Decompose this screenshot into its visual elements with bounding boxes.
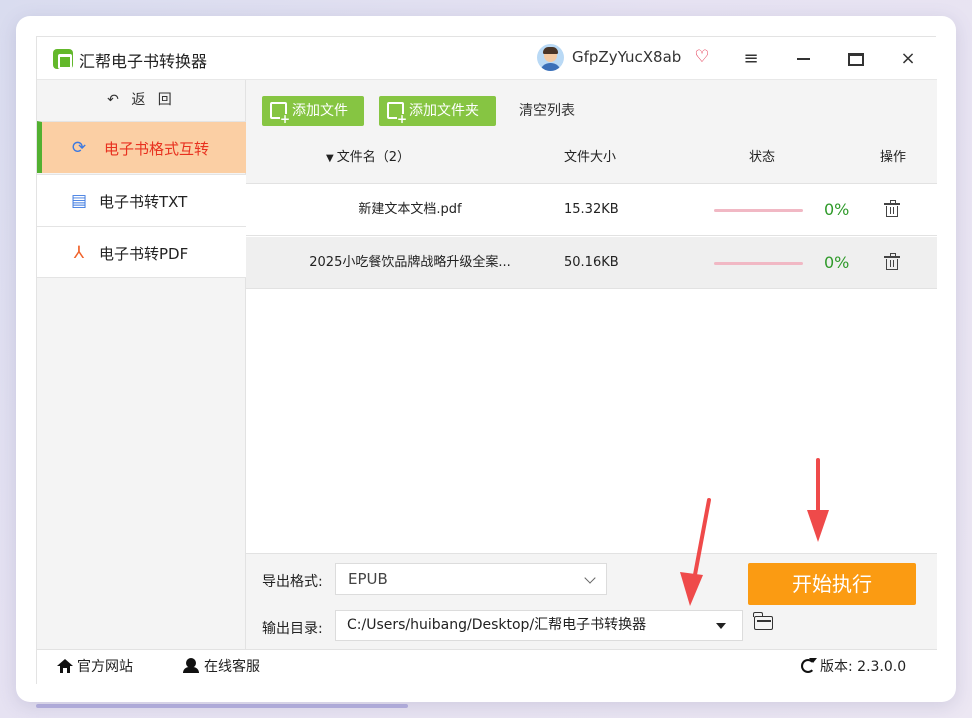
column-header-size: 文件大小: [564, 150, 617, 165]
book-logo-icon: [53, 49, 73, 69]
progress-bar: [714, 262, 803, 265]
progress-bar: [714, 209, 803, 212]
clear-list-button[interactable]: 清空列表: [519, 96, 575, 126]
output-dir-select[interactable]: C:/Users/huibang/Desktop/汇帮电子书转换器: [335, 610, 743, 641]
output-dir-label: 输出目录:: [262, 621, 323, 637]
official-site-link[interactable]: 官方网站: [57, 650, 133, 684]
official-site-label: 官方网站: [77, 659, 133, 675]
progress-percent: 0%: [824, 253, 850, 272]
format-label: 导出格式:: [262, 574, 323, 590]
toolbar: 添加文件 添加文件夹 清空列表: [246, 80, 937, 132]
main-panel: 添加文件 添加文件夹 清空列表 ▼文件名（2） 文件大小 状态 操作 新建文本文…: [246, 80, 937, 649]
format-value: EPUB: [348, 570, 388, 588]
start-button[interactable]: 开始执行: [748, 563, 916, 605]
sidebar-item-label: 电子书转PDF: [99, 245, 189, 263]
column-header-name-label: 文件名（2）: [336, 150, 410, 165]
add-file-button[interactable]: 添加文件: [262, 96, 364, 126]
column-header-operation: 操作: [880, 150, 907, 165]
trash-icon[interactable]: [884, 200, 900, 217]
sort-arrow-icon: ▼: [326, 153, 334, 164]
username[interactable]: GfpZyYucX8ab: [572, 48, 681, 66]
refresh-icon: ⟳: [71, 138, 87, 158]
version-label: 版本: 2.3.0.0: [820, 659, 907, 675]
minimize-button[interactable]: [788, 44, 818, 74]
online-support-label: 在线客服: [204, 659, 260, 675]
sidebar-item-label: 电子书转TXT: [99, 193, 188, 211]
title-bar: 汇帮电子书转换器 GfpZyYucX8ab ♡ ≡ ×: [37, 37, 937, 80]
background-strip: [36, 704, 408, 708]
open-folder-icon[interactable]: [753, 612, 773, 630]
back-button[interactable]: ↶ 返 回: [37, 80, 246, 121]
user-avatar[interactable]: [537, 44, 564, 71]
output-settings: 导出格式: EPUB 输出目录: C:/Users/huibang/Deskto…: [246, 553, 937, 649]
support-agent-icon: [183, 658, 199, 673]
pdf-icon: ⅄: [73, 243, 85, 263]
caret-down-icon: [716, 623, 726, 629]
add-file-icon: [270, 102, 290, 124]
column-header-status: 状态: [749, 150, 776, 165]
progress-percent: 0%: [824, 200, 850, 219]
app-window: 汇帮电子书转换器 GfpZyYucX8ab ♡ ≡ × ↶ 返 回 ⟳ 电子书格…: [36, 36, 937, 685]
file-size: 50.16KB: [564, 255, 619, 270]
table-row[interactable]: 2025小吃餐饮品牌战略升级全案... 50.16KB 0%: [246, 237, 937, 289]
file-name: 2025小吃餐饮品牌战略升级全案...: [309, 255, 511, 270]
file-size: 15.32KB: [564, 202, 619, 217]
sidebar: ↶ 返 回 ⟳ 电子书格式互转 ▤ 电子书转TXT ⅄ 电子书转PDF: [37, 80, 246, 649]
document-icon: ▤: [70, 191, 88, 211]
column-header-name[interactable]: ▼ 文件名（2）: [326, 132, 410, 185]
chevron-down-icon: [584, 572, 596, 584]
add-file-label: 添加文件: [292, 103, 348, 119]
sidebar-item-label: 电子书格式互转: [104, 140, 210, 158]
sidebar-item-format-convert[interactable]: ⟳ 电子书格式互转: [37, 121, 246, 173]
file-name: 新建文本文档.pdf: [358, 202, 462, 217]
sidebar-item-to-pdf[interactable]: ⅄ 电子书转PDF: [37, 226, 246, 278]
version-info: 版本: 2.3.0.0: [801, 650, 906, 684]
trash-icon[interactable]: [884, 253, 900, 270]
output-dir-value: C:/Users/huibang/Desktop/汇帮电子书转换器: [347, 617, 647, 633]
online-support-link[interactable]: 在线客服: [183, 650, 260, 684]
minimize-icon: [796, 58, 810, 60]
maximize-icon: [848, 52, 864, 66]
maximize-button[interactable]: [841, 44, 871, 74]
add-folder-label: 添加文件夹: [409, 103, 479, 119]
menu-button[interactable]: ≡: [736, 44, 766, 74]
vip-heart-icon[interactable]: ♡: [692, 47, 712, 67]
table-row[interactable]: 新建文本文档.pdf 15.32KB 0%: [246, 184, 937, 236]
add-folder-button[interactable]: 添加文件夹: [379, 96, 496, 126]
home-icon: [57, 659, 73, 673]
sidebar-item-to-txt[interactable]: ▤ 电子书转TXT: [37, 174, 246, 226]
table-header: ▼ 文件名（2） 文件大小 状态 操作: [246, 132, 937, 184]
footer: 官方网站 在线客服 版本: 2.3.0.0: [37, 649, 937, 685]
add-folder-icon: [387, 102, 407, 124]
format-select[interactable]: EPUB: [335, 563, 607, 595]
update-icon: [801, 658, 817, 673]
close-button[interactable]: ×: [893, 44, 923, 74]
app-title: 汇帮电子书转换器: [79, 52, 208, 71]
